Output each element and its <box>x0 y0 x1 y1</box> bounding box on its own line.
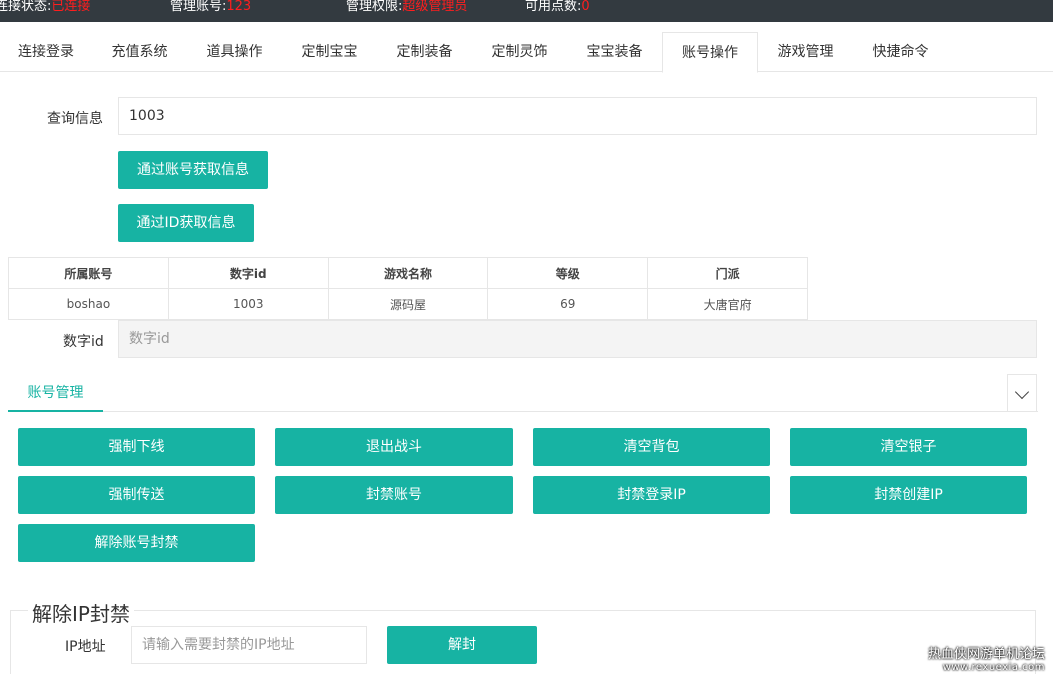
unban-ip-legend: 解除IP封禁 <box>28 598 134 627</box>
table-header-row: 所属账号 数字id 游戏名称 等级 门派 <box>8 257 808 289</box>
tab-custom-equipment[interactable]: 定制装备 <box>377 32 472 72</box>
unban-ip-button[interactable]: 解封 <box>387 626 537 664</box>
clear-silver-button[interactable]: 清空银子 <box>790 428 1027 466</box>
tabs-dropdown-button[interactable] <box>1007 374 1037 412</box>
admin-permission-value: 超级管理员 <box>402 0 468 14</box>
tab-quick-commands[interactable]: 快捷命令 <box>853 32 948 72</box>
watermark: 热血侠网游单机论坛 www.rexuexia.com <box>928 643 1045 673</box>
table-cell: 大唐官府 <box>647 288 808 320</box>
table-row: boshao 1003 源码屋 69 大唐官府 <box>8 288 808 320</box>
admin-account-value: 123 <box>226 0 252 14</box>
table-cell: 源码屋 <box>327 288 489 320</box>
digit-id-label: 数字id <box>63 334 104 350</box>
force-teleport-button[interactable]: 强制传送 <box>18 476 255 514</box>
available-points-label: 可用点数: <box>525 0 582 14</box>
column-header: 游戏名称 <box>327 257 489 289</box>
table-cell: 1003 <box>167 288 329 320</box>
connection-status: 连接状态:已连接 <box>0 0 90 22</box>
status-bar: 连接状态:已连接 管理账号:123 管理权限:超级管理员 可用点数:0 <box>0 0 1053 22</box>
chevron-down-icon <box>1014 384 1030 400</box>
ban-account-button[interactable]: 封禁账号 <box>275 476 513 514</box>
exit-battle-button[interactable]: 退出战斗 <box>275 428 513 466</box>
column-header: 等级 <box>487 257 649 289</box>
ban-login-ip-button[interactable]: 封禁登录IP <box>533 476 770 514</box>
connection-status-label: 连接状态: <box>0 0 52 14</box>
watermark-title: 热血侠网游单机论坛 <box>927 647 1045 662</box>
table-cell: 69 <box>487 288 649 320</box>
tab-account-operation[interactable]: 账号操作 <box>662 32 758 73</box>
force-offline-button[interactable]: 强制下线 <box>18 428 255 466</box>
column-header: 所属账号 <box>8 257 169 289</box>
query-label: 查询信息 <box>47 111 103 127</box>
tab-pet-equipment[interactable]: 宝宝装备 <box>567 32 662 72</box>
tab-account-management[interactable]: 账号管理 <box>8 374 103 412</box>
result-table: 所属账号 数字id 游戏名称 等级 门派 boshao 1003 源码屋 69 … <box>8 257 808 320</box>
available-points-value: 0 <box>581 0 590 14</box>
table-cell: boshao <box>8 288 169 320</box>
ban-create-ip-button[interactable]: 封禁创建IP <box>790 476 1027 514</box>
get-by-account-button[interactable]: 通过账号获取信息 <box>118 151 268 189</box>
admin-account-label: 管理账号: <box>170 0 227 14</box>
digit-id-input[interactable] <box>118 320 1037 358</box>
available-points: 可用点数:0 <box>525 0 590 22</box>
watermark-url: www.rexuexia.com <box>942 662 1045 673</box>
ip-address-label: IP地址 <box>65 639 106 655</box>
unban-account-button[interactable]: 解除账号封禁 <box>18 524 255 562</box>
clear-bag-button[interactable]: 清空背包 <box>533 428 770 466</box>
get-by-id-button[interactable]: 通过ID获取信息 <box>118 204 254 242</box>
admin-permission: 管理权限:超级管理员 <box>346 0 467 22</box>
main-tabs: 连接登录 充值系统 道具操作 定制宝宝 定制装备 定制灵饰 宝宝装备 账号操作 … <box>0 32 1053 73</box>
tab-item-operation[interactable]: 道具操作 <box>187 32 282 72</box>
admin-permission-label: 管理权限: <box>346 0 403 14</box>
query-input[interactable] <box>118 97 1037 135</box>
ip-address-input[interactable] <box>131 626 367 664</box>
tab-recharge[interactable]: 充值系统 <box>92 32 187 72</box>
account-management-tabs: 账号管理 <box>8 374 1038 412</box>
tab-connect-login[interactable]: 连接登录 <box>0 32 92 72</box>
tab-custom-pet[interactable]: 定制宝宝 <box>282 32 377 72</box>
tab-game-management[interactable]: 游戏管理 <box>758 32 853 72</box>
tab-custom-accessory[interactable]: 定制灵饰 <box>472 32 567 72</box>
connection-status-value: 已连接 <box>51 0 91 14</box>
column-header: 门派 <box>647 257 808 289</box>
admin-account: 管理账号:123 <box>170 0 251 22</box>
column-header: 数字id <box>167 257 329 289</box>
